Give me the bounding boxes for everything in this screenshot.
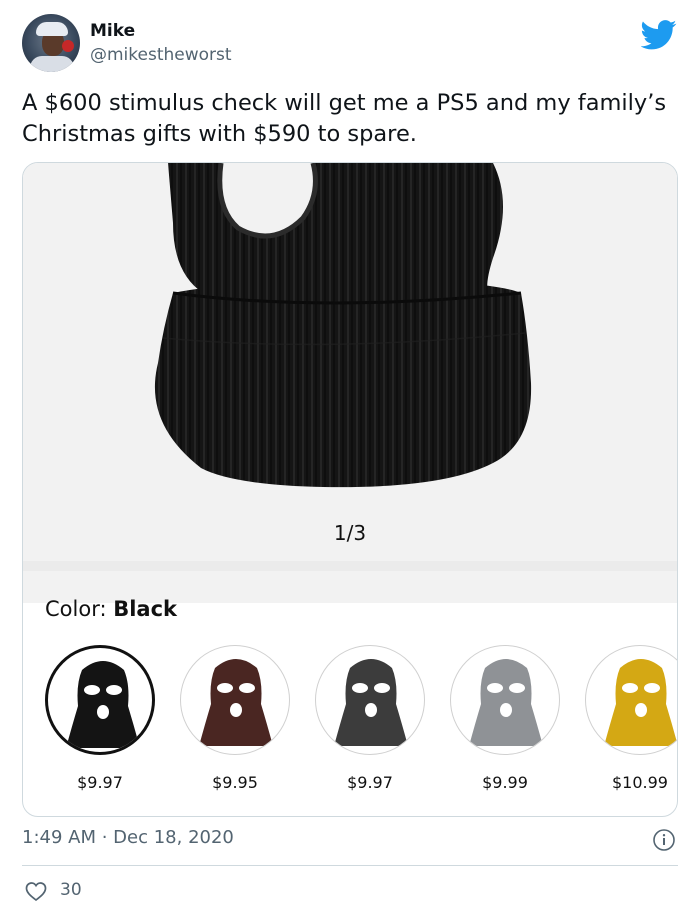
tweet: Mike @mikestheworst A $600 stimulus chec… — [0, 0, 700, 919]
twitter-bird-icon[interactable] — [641, 20, 677, 50]
image-pager: 1/3 — [333, 521, 367, 545]
card-divider — [23, 561, 677, 571]
swatch-yellow[interactable] — [585, 645, 677, 755]
mask-thumbnail — [334, 659, 408, 746]
like-count[interactable]: 30 — [60, 880, 82, 900]
mask-thumbnail — [604, 659, 677, 746]
tweet-text: A $600 stimulus check will get me a PS5 … — [22, 90, 667, 147]
color-label: Color: Black — [45, 597, 178, 621]
selected-color: Black — [113, 597, 178, 621]
author-name[interactable]: Mike — [90, 21, 135, 41]
price-dark-gray: $9.97 — [347, 773, 393, 792]
price-black: $9.97 — [77, 773, 123, 792]
swatch-black[interactable] — [45, 645, 155, 755]
avatar[interactable] — [22, 14, 80, 72]
price-brown: $9.95 — [212, 773, 258, 792]
mask-thumbnail — [66, 661, 140, 748]
balaclava-image — [154, 163, 532, 488]
footer-divider — [22, 865, 678, 866]
price-light-gray: $9.99 — [482, 773, 528, 792]
product-card[interactable]: 1/3 Color: Black $9.97 $9.95 $9.97 $9.99 $10… — [22, 162, 678, 817]
author-handle[interactable]: @mikestheworst — [90, 45, 232, 65]
info-icon[interactable] — [652, 828, 676, 852]
price-yellow: $10.99 — [612, 773, 668, 792]
tweet-timestamp[interactable]: 1:49 AM · Dec 18, 2020 — [22, 827, 234, 848]
swatch-dark-gray[interactable] — [315, 645, 425, 755]
swatch-brown[interactable] — [180, 645, 290, 755]
mask-thumbnail — [199, 659, 273, 746]
product-image[interactable] — [23, 163, 677, 563]
heart-icon[interactable] — [24, 879, 48, 903]
swatch-light-gray[interactable] — [450, 645, 560, 755]
mask-thumbnail — [469, 659, 543, 746]
